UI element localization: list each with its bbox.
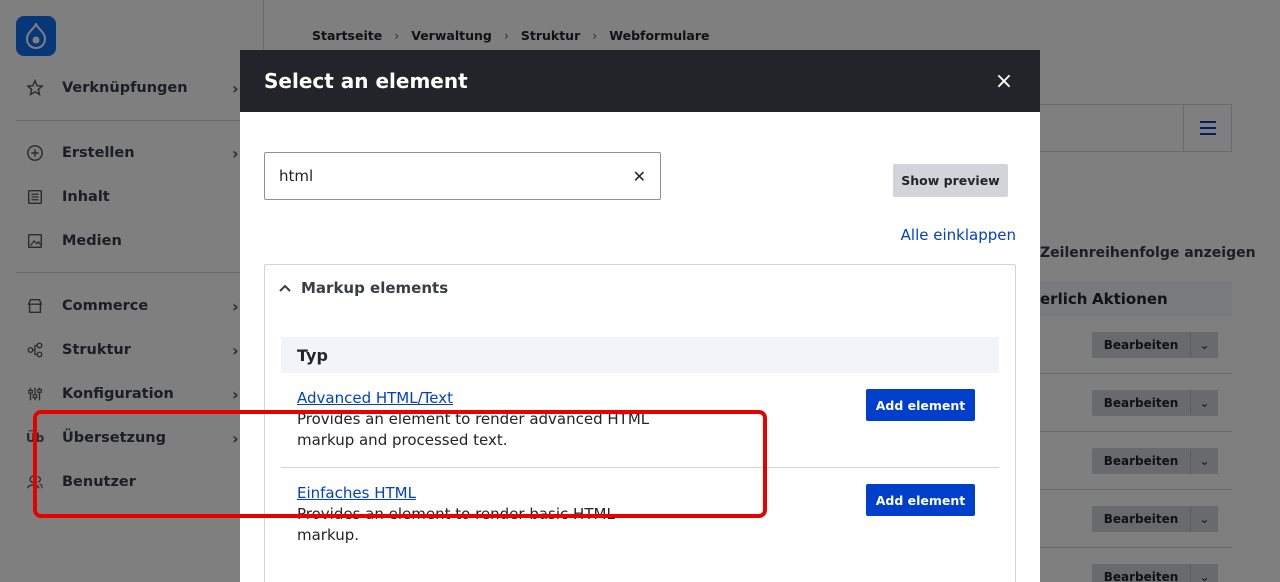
- show-preview-button[interactable]: Show preview: [893, 164, 1008, 197]
- group-toggle[interactable]: Markup elements: [279, 279, 448, 297]
- markup-elements-group: Markup elements Typ Advanced HTML/Text P…: [264, 264, 1016, 582]
- search-input[interactable]: [279, 167, 633, 185]
- close-icon[interactable]: ×: [992, 69, 1016, 94]
- collapse-all-link[interactable]: Alle einklappen: [901, 226, 1016, 244]
- table-header: Typ: [281, 337, 999, 373]
- clear-search-icon[interactable]: ✕: [633, 167, 646, 186]
- element-name-link[interactable]: Advanced HTML/Text: [297, 389, 453, 407]
- element-description: Provides an element to render advanced H…: [297, 410, 650, 449]
- table-row: Advanced HTML/Text Provides an element t…: [281, 389, 999, 465]
- divider: [281, 467, 999, 468]
- element-description: Provides an element to render basic HTML…: [297, 505, 615, 544]
- group-title: Markup elements: [301, 279, 449, 297]
- dialog-header: Select an element ×: [240, 50, 1040, 112]
- select-element-dialog: Select an element × ✕ Show preview Alle …: [240, 50, 1040, 582]
- add-element-button[interactable]: Add element: [866, 484, 975, 516]
- table-row: Einfaches HTML Provides an element to re…: [281, 484, 999, 560]
- search-field[interactable]: ✕: [264, 152, 661, 200]
- chevron-up-icon: [279, 284, 291, 292]
- element-name-link[interactable]: Einfaches HTML: [297, 484, 416, 502]
- dialog-title: Select an element: [264, 69, 468, 93]
- add-element-button[interactable]: Add element: [866, 389, 975, 421]
